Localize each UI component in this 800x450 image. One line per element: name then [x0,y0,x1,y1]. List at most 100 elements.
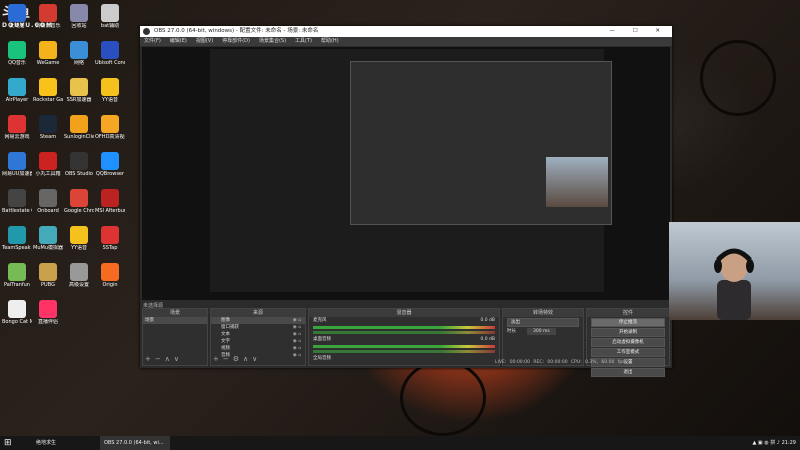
menu-item[interactable]: 视图(V) [196,38,213,44]
scenes-panel: 场景 场景 +−∧∨ [142,308,208,366]
desktop-icon[interactable]: Google Chrome [64,189,94,214]
scene-item[interactable]: 场景 [143,317,207,324]
desktop-icon-label: 此电脑 [9,23,25,29]
desktop-icon[interactable]: 网易云游戏 [2,115,32,140]
desktop-icon[interactable]: OFHD高清视频 [95,115,125,140]
desktop-icon[interactable]: WeGame [33,41,63,66]
track-name: 麦克风 [313,318,327,323]
desktop-icon[interactable]: PalTranfun [2,263,32,288]
app-icon [101,41,119,59]
desktop-icon[interactable]: Steam [33,115,63,140]
menu-item[interactable]: 工具(T) [295,38,312,44]
tray-icons[interactable]: ▲ ▣ ◍ 拼 ♪ [753,440,782,446]
app-icon [70,4,88,22]
transition-select[interactable]: 淡出 [507,318,579,327]
taskbar-item-obs[interactable]: OBS 27.0.0 (64-bit, wi... [100,436,170,450]
desktop-icon[interactable]: SunloginClient [64,115,94,140]
visibility-icon[interactable]: ◉ ⌂ [293,324,301,331]
app-icon [39,115,57,133]
app-icon [101,226,119,244]
desktop-icon[interactable]: SSR加速器 [64,78,94,103]
control-button[interactable]: 开始录制 [591,328,665,337]
source-label: 文字 [221,339,230,344]
desktop-icon-label: 网易UU加速器 [2,171,32,177]
menu-item[interactable]: 编辑(E) [170,38,187,44]
desktop-icon[interactable]: OBS Studio [64,152,94,177]
source-item[interactable]: 图像 ◉ ⌂ [211,317,305,324]
desktop-icon-label: QQ音乐 [8,60,26,66]
duration-label: 时长 [507,329,516,334]
visibility-icon[interactable]: ◉ ⌂ [293,345,301,352]
desktop-icon[interactable]: Origin [95,263,125,288]
control-button[interactable]: 停止推流 [591,318,665,327]
desktop-icon-label: 小丸工具箱 [35,171,61,177]
visibility-icon[interactable]: ◉ ⌂ [293,331,301,338]
desktop-icon[interactable]: 网易云音乐 [33,4,63,29]
app-icon [39,4,57,22]
desktop-icon[interactable]: YY语音 [64,226,94,251]
taskbar: ⊞ 绝地求生 OBS 27.0.0 (64-bit, wi... ▲ ▣ ◍ 拼… [0,436,800,450]
desktop-icon[interactable]: TeamSpeak 3 [2,226,32,251]
obs-window[interactable]: OBS 27.0.0 (64-bit, windows) - 配置文件: 未命名… [140,26,672,377]
desktop-icon-label: Steam [39,134,57,140]
desktop-icon[interactable]: Ubisoft Connect [95,41,125,66]
control-button[interactable]: 启动虚拟摄像机 [591,338,665,347]
menu-item[interactable]: 场景集合(S) [259,38,286,44]
volume-slider[interactable] [313,350,495,353]
app-icon [70,78,88,96]
desktop-icon[interactable]: 网易UU加速器 [2,152,32,177]
nested-webcam [546,157,608,207]
desktop-icon[interactable]: MSI Afterburner [95,189,125,214]
taskbar-item-game[interactable]: 绝地求生 [32,436,98,450]
preview-canvas[interactable] [142,47,670,300]
desktop-icon[interactable]: QQ音乐 [2,41,32,66]
control-button[interactable]: 工作室模式 [591,348,665,357]
control-button[interactable]: 退出 [591,368,665,377]
duration-input[interactable]: 300 ms [527,328,556,335]
desktop-icon[interactable]: YY语音 [95,78,125,103]
desktop-icon[interactable]: QQBrowser [95,152,125,177]
window-controls[interactable]: — ☐ ✕ [609,26,668,37]
volume-slider[interactable] [313,331,495,334]
source-item[interactable]: 视频 ◉ ⌂ [211,345,305,352]
menu-item[interactable]: 停靠部件(D) [222,38,250,44]
source-item[interactable]: 文本 ◉ ⌂ [211,331,305,338]
desktop-icon[interactable]: 小丸工具箱 [33,152,63,177]
obs-titlebar[interactable]: OBS 27.0.0 (64-bit, windows) - 配置文件: 未命名… [140,26,672,37]
visibility-icon[interactable]: ◉ ⌂ [293,317,301,324]
mixer-title: 混音器 [309,309,499,317]
desktop-icon[interactable]: 网络 [64,41,94,66]
source-item[interactable]: 窗口捕获 ◉ ⌂ [211,324,305,331]
menu-item[interactable]: 帮助(H) [321,38,339,44]
app-icon [101,152,119,170]
track-name: 桌面音频 [313,337,331,342]
desktop-icon[interactable]: Battlestate Games [2,189,32,214]
sources-title: 来源 [211,309,305,317]
desktop-icon-label: YY语音 [101,97,119,103]
desktop-icons: 此电脑 网易云音乐 回收站 bat辅助 QQ音乐 WeGame 网络 Ubisoft Conn… [0,0,140,436]
desktop-icon[interactable]: 直播伴侣 [33,300,63,325]
scenes-toolbar[interactable]: +−∧∨ [145,355,183,363]
desktop-icon-label: MuMu模拟器 [33,245,63,251]
desktop-icon[interactable]: 此电脑 [2,4,32,29]
source-item[interactable]: 文字 ◉ ⌂ [211,338,305,345]
visibility-icon[interactable]: ◉ ⌂ [293,352,301,359]
start-button[interactable]: ⊞ [4,436,12,450]
app-icon [8,78,26,96]
desktop-icon[interactable]: 回收站 [64,4,94,29]
desktop-icon[interactable]: Onboard [33,189,63,214]
sources-toolbar[interactable]: +−⚙∧∨ [213,355,261,363]
desktop-icon[interactable]: MuMu模拟器 [33,226,63,251]
app-icon [39,263,57,281]
visibility-icon[interactable]: ◉ ⌂ [293,338,301,345]
desktop-icon[interactable]: AirPlayer [2,78,32,103]
desktop-icon[interactable]: PUBG [33,263,63,288]
desktop-icon[interactable]: Bongo Cat Mver.exe [2,300,32,325]
system-tray[interactable]: ▲ ▣ ◍ 拼 ♪ 21:29 [753,436,797,450]
menu-item[interactable]: 文件(F) [144,38,161,44]
desktop-icon[interactable]: SSTap [95,226,125,251]
desktop-icon[interactable]: 高级设置 [64,263,94,288]
desktop-icon[interactable]: Rockstar Games [33,78,63,103]
desktop-icon[interactable]: bat辅助 [95,4,125,29]
app-icon [8,226,26,244]
